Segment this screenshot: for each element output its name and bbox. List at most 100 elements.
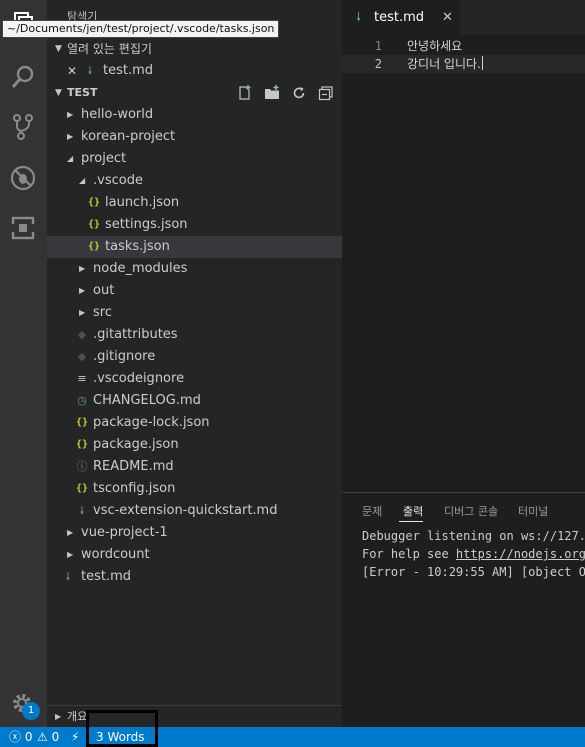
- chevron-right-icon: ▶: [55, 712, 62, 721]
- tree-item-vscodeignore[interactable]: ≡ .vscodeignore: [47, 368, 342, 390]
- chevron-down-icon: ▼: [55, 88, 62, 98]
- markdown-file-icon: 🠗: [356, 10, 362, 24]
- close-icon[interactable]: ✕: [442, 0, 453, 35]
- new-folder-icon[interactable]: [264, 85, 280, 101]
- chevron-down-icon: ▼: [55, 44, 62, 54]
- tree-item-tasks-json[interactable]: {} tasks.json: [47, 236, 342, 258]
- tab-output[interactable]: 출력: [403, 503, 423, 519]
- tree-item-label: .vscode: [93, 173, 143, 188]
- tree-item-wordcount[interactable]: ▶ wordcount: [47, 544, 342, 566]
- tree-item-vsc-extension-quickstart[interactable]: 🠗 vsc-extension-quickstart.md: [47, 500, 342, 522]
- explorer-actions: [237, 85, 334, 101]
- close-icon[interactable]: ✕: [65, 60, 79, 82]
- tree-item-label: korean-project: [81, 129, 176, 144]
- chevron-right-icon: ▶: [67, 550, 74, 559]
- json-file-icon: {}: [75, 417, 89, 428]
- clock-icon: ◷: [77, 394, 87, 407]
- settings-badge: 1: [22, 702, 40, 720]
- tab-terminal[interactable]: 터미널: [518, 503, 548, 519]
- tree-item-label: tasks.json: [105, 239, 170, 254]
- search-icon[interactable]: [8, 62, 38, 92]
- markdown-file-icon: 🠗: [65, 570, 71, 583]
- tree-item-korean-project[interactable]: ▶ korean-project: [47, 126, 342, 148]
- collapse-all-icon[interactable]: [318, 85, 334, 101]
- json-file-icon: {}: [87, 197, 101, 208]
- editor-tab-bar: 🠗 test.md ✕: [342, 0, 585, 35]
- output-line: [Error - 10:29:55 AM] [object O: [362, 565, 585, 579]
- extensions-icon[interactable]: [8, 213, 38, 243]
- error-icon: ⓧ: [9, 730, 22, 744]
- markdown-file-icon: 🠗: [79, 504, 85, 517]
- tab-problems[interactable]: 문제: [362, 503, 382, 519]
- output-link[interactable]: https://nodejs.org: [456, 547, 585, 561]
- tree-item-label: .vscodeignore: [93, 371, 185, 386]
- tree-item-vscode-folder[interactable]: ◢ .vscode: [47, 170, 342, 192]
- chevron-right-icon: ▶: [67, 528, 74, 537]
- tree-item-package-json[interactable]: {} package.json: [47, 434, 342, 456]
- tab-label: test.md: [374, 10, 425, 25]
- tree-item-readme[interactable]: ⓘ README.md: [47, 456, 342, 478]
- tree-item-tsconfig-json[interactable]: {} tsconfig.json: [47, 478, 342, 500]
- tree-item-label: settings.json: [105, 217, 188, 232]
- explorer-sidebar: 탐색기 ▼ 열려 있는 편집기 ✕ 🠗 test.md ▼ TEST ▶ hel…: [47, 0, 342, 727]
- tree-item-out[interactable]: ▶ out: [47, 280, 342, 302]
- workspace-header[interactable]: ▼ TEST: [47, 82, 342, 104]
- chevron-down-icon: ◢: [79, 176, 86, 185]
- debug-icon[interactable]: [8, 163, 38, 193]
- git-file-icon: ◆: [77, 328, 87, 341]
- source-control-icon[interactable]: [8, 112, 38, 142]
- tree-item-label: hello-world: [81, 107, 154, 122]
- warnings-status[interactable]: ⚠ 0: [37, 727, 59, 747]
- bottom-panel: 문제 출력 디버그 콘솔 터미널 Debugger listening on w…: [342, 492, 585, 727]
- editor-tab-test-md[interactable]: 🠗 test.md ✕: [342, 0, 460, 35]
- open-editor-label: test.md: [103, 63, 154, 78]
- tree-item-label: vsc-extension-quickstart.md: [93, 503, 278, 518]
- lightning-icon[interactable]: ⚡: [71, 727, 79, 747]
- chevron-right-icon: ▶: [67, 132, 74, 141]
- tree-item-node-modules[interactable]: ▶ node_modules: [47, 258, 342, 280]
- tree-item-settings-json[interactable]: {} settings.json: [47, 214, 342, 236]
- tree-item-label: project: [81, 151, 127, 166]
- tree-item-label: out: [93, 283, 115, 298]
- chevron-right-icon: ▶: [67, 110, 74, 119]
- editor-line[interactable]: 1 안녕하세요: [342, 37, 585, 55]
- json-file-icon: {}: [75, 483, 89, 494]
- new-file-icon[interactable]: [237, 85, 253, 101]
- tree-item-launch-json[interactable]: {} launch.json: [47, 192, 342, 214]
- markdown-file-icon: 🠗: [87, 64, 93, 77]
- tree-item-hello-world[interactable]: ▶ hello-world: [47, 104, 342, 126]
- tree-item-label: src: [93, 305, 112, 320]
- tree-item-gitattributes[interactable]: ◆ .gitattributes: [47, 324, 342, 346]
- editor-area: 🠗 test.md ✕ 1 안녕하세요 2 강디너 입니다.: [342, 0, 585, 492]
- active-tab-indicator: [399, 521, 423, 522]
- tree-item-vue-project-1[interactable]: ▶ vue-project-1: [47, 522, 342, 544]
- git-file-icon: ◆: [77, 350, 87, 363]
- line-number: 1: [374, 39, 382, 53]
- tab-debug-console[interactable]: 디버그 콘솔: [444, 503, 498, 519]
- output-line: Debugger listening on ws://127.: [362, 529, 585, 543]
- tree-item-label: wordcount: [81, 547, 150, 562]
- errors-status[interactable]: ⓧ 0: [9, 727, 32, 747]
- tree-item-package-lock-json[interactable]: {} package-lock.json: [47, 412, 342, 434]
- line-text-wrap: 강디너 입니다.: [407, 55, 483, 73]
- tree-item-label: README.md: [93, 459, 174, 474]
- line-number: 2: [374, 57, 382, 71]
- tree-item-label: .gitattributes: [93, 327, 178, 342]
- tree-item-src[interactable]: ▶ src: [47, 302, 342, 324]
- tree-item-gitignore[interactable]: ◆ .gitignore: [47, 346, 342, 368]
- tree-item-label: node_modules: [93, 261, 188, 276]
- tree-item-label: vue-project-1: [81, 525, 168, 540]
- editor-line-current[interactable]: 2 강디너 입니다.: [342, 55, 585, 73]
- tree-item-project[interactable]: ◢ project: [47, 148, 342, 170]
- activity-bar: 1: [0, 0, 47, 727]
- open-editors-header[interactable]: ▼ 열려 있는 편집기: [47, 38, 342, 60]
- refresh-icon[interactable]: [291, 85, 307, 101]
- chevron-right-icon: ▶: [79, 308, 86, 317]
- tree-item-changelog[interactable]: ◷ CHANGELOG.md: [47, 390, 342, 412]
- tree-item-label: launch.json: [105, 195, 180, 210]
- line-text: 강디너 입니다.: [407, 57, 481, 71]
- json-file-icon: {}: [75, 439, 89, 450]
- tree-item-test-md[interactable]: 🠗 test.md: [47, 566, 342, 588]
- open-editor-item[interactable]: ✕ 🠗 test.md: [47, 60, 342, 82]
- line-text: 안녕하세요: [407, 39, 463, 53]
